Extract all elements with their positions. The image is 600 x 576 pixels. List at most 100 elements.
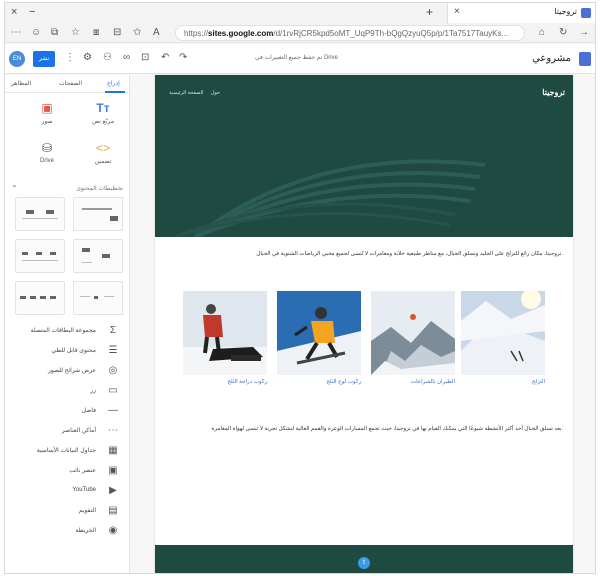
site-navigation: حول الصفحة الرئيسية	[169, 90, 226, 96]
read-aloud-icon[interactable]: A	[153, 27, 160, 38]
block-label: محتوى قابل للطي	[51, 348, 96, 354]
hero-banner[interactable]: تروجيتا حول الصفحة الرئيسية	[155, 75, 573, 237]
insert-embed-button[interactable]: <> تضمين	[83, 141, 123, 171]
snowmobile-image[interactable]	[183, 291, 267, 375]
site-canvas[interactable]: تروجيتا حول الصفحة الرئيسية تروجيتا، مكا…	[155, 75, 573, 573]
block-label: جداول البيانات الأساسية	[36, 448, 96, 454]
insert-textbox-button[interactable]: Tт مربّع نص	[83, 101, 123, 131]
nav-about[interactable]: حول	[211, 90, 220, 96]
more-vert-icon[interactable]: ⋮	[65, 52, 75, 63]
block-image-carousel[interactable]: عرض شرائح للصور ◎	[5, 363, 130, 381]
block-collapsible-text[interactable]: محتوى قابل للطي ☰	[5, 343, 130, 361]
tab-themes[interactable]: المظاهر	[11, 80, 31, 87]
embed-code-icon: <>	[95, 141, 110, 155]
profile-icon[interactable]: ☺	[31, 27, 41, 38]
sites-toolbar: EN نشر ⋮ ⚙ ⚇ ∞ ⊡ ↶ ↷ تم حفظ جميع التغيير…	[5, 44, 595, 74]
block-placeholder[interactable]: أماكن العناصر ⋯	[5, 423, 130, 441]
block-label: أماكن العناصر	[61, 428, 96, 434]
snowboarding-image[interactable]	[277, 291, 361, 375]
url-field[interactable]: https://sites.google.com/d/1rvRjCR5kpd5o…	[175, 25, 525, 41]
map-pin-icon: ◉	[108, 525, 118, 536]
tab-insert[interactable]: إدراج	[107, 80, 120, 87]
home-icon[interactable]: ⌂	[539, 27, 545, 38]
paragliding-image[interactable]	[371, 291, 455, 375]
sites-favicon-icon	[581, 8, 591, 18]
nav-home[interactable]: الصفحة الرئيسية	[169, 90, 203, 96]
settings-gear-icon[interactable]: ⚙	[83, 52, 92, 63]
insert-textbox-label: مربّع نص	[91, 119, 115, 125]
skiing-image[interactable]	[461, 291, 545, 375]
minimize-window-icon[interactable]: −	[29, 6, 35, 18]
save-status: تم حفظ جميع التغييرات في Drive	[255, 55, 338, 61]
browser-tab[interactable]: + × تروجيتا	[426, 3, 595, 23]
share-people-icon[interactable]: ⚇	[103, 52, 112, 63]
collapse-chevron-icon: ⌃	[11, 184, 18, 193]
more-menu-icon[interactable]: ⋯	[11, 27, 21, 38]
favorites-star-icon[interactable]: ☆	[71, 27, 80, 38]
grid-icon: ▦	[108, 445, 118, 456]
tab-title: تروجيتا	[554, 7, 577, 16]
site-footer[interactable]: t	[155, 545, 573, 573]
link-icon[interactable]: ∞	[123, 52, 130, 63]
hero-wave-graphic	[174, 159, 486, 237]
site-name[interactable]: تروجيتا	[542, 88, 565, 97]
insert-drive-button[interactable]: ⛁ Drive	[27, 141, 67, 171]
undo-icon[interactable]: ↶	[161, 52, 169, 63]
block-label: زر	[90, 388, 96, 394]
insert-drive-label: Drive	[39, 158, 54, 164]
extensions-icon[interactable]: ⧆	[93, 27, 99, 38]
layout-option[interactable]	[15, 239, 65, 273]
avatar[interactable]: EN	[9, 51, 25, 67]
block-label: الخريطة	[75, 528, 97, 534]
climbing-paragraph[interactable]: بعد تسلق الجبال أحد أكثر الأنشطة شيوعًا …	[195, 425, 563, 434]
block-spreadsheets[interactable]: جداول البيانات الأساسية ▦	[5, 443, 130, 461]
caption-skiing[interactable]: التزلج	[461, 379, 545, 385]
refresh-icon[interactable]: ↻	[559, 27, 567, 38]
forward-arrow-icon[interactable]: →	[579, 27, 589, 38]
right-gutter	[577, 75, 595, 573]
preview-icon[interactable]: ⊡	[141, 52, 149, 63]
site-document-title[interactable]: مشروعي	[532, 53, 571, 64]
layout-option[interactable]	[73, 239, 123, 273]
intro-text[interactable]: تروجيتا، مكان رائع للتزلج على الجليد وتس…	[165, 251, 563, 257]
divider-icon: —	[108, 405, 118, 416]
block-button[interactable]: زر ▭	[5, 383, 130, 401]
url-path: /d/1rvRjCR5kpd5oMT_UqP9Th-bQgQzyuQ5p/p/1…	[273, 29, 509, 38]
browser-window: × − + × تروجيتا ⋯ ☺ ⧉ ☆ ⧆ ⊟ ✩ A https://…	[4, 2, 596, 574]
url-host: sites.google.com	[208, 29, 274, 38]
layout-option[interactable]	[15, 197, 65, 231]
carousel-icon: ◎	[108, 365, 118, 376]
collections-icon[interactable]: ⧉	[51, 27, 58, 38]
layout-option[interactable]	[73, 197, 123, 231]
placeholder-box-icon: ▣	[108, 465, 118, 476]
publish-button[interactable]: نشر	[33, 51, 55, 67]
caption-snowmobile[interactable]: ركوب دراجة الثلج	[183, 379, 267, 385]
dots-icon: ⋯	[108, 425, 118, 436]
block-map[interactable]: الخريطة ◉	[5, 523, 130, 541]
insert-embed-label: تضمين	[94, 159, 112, 165]
insert-images-button[interactable]: ▣ صور	[27, 101, 67, 131]
layout-option[interactable]	[15, 281, 65, 315]
block-calendar[interactable]: التقويم ▤	[5, 503, 130, 521]
block-youtube[interactable]: YouTube ▶	[5, 483, 130, 501]
block-divider[interactable]: فاصل —	[5, 403, 130, 421]
calendar-icon: ▤	[108, 505, 118, 516]
block-collapsible-cards[interactable]: مجموعة البطاقات المتصلة Σ	[5, 323, 130, 341]
block-item-placeholder[interactable]: عنصر نائب ▣	[5, 463, 130, 481]
close-window-icon[interactable]: ×	[11, 6, 17, 18]
new-tab-icon[interactable]: +	[426, 5, 433, 19]
caption-snowboarding[interactable]: ركوب لوح الثلج	[277, 379, 361, 385]
caption-paragliding[interactable]: الطيران بالشراعات	[371, 379, 455, 385]
star-add-icon[interactable]: ✩	[133, 27, 141, 38]
drive-icon: ⛁	[41, 141, 53, 155]
twitter-icon[interactable]: t	[358, 557, 370, 569]
split-screen-icon[interactable]: ⊟	[113, 27, 121, 38]
block-label: عنصر نائب	[69, 468, 96, 474]
layout-option[interactable]	[73, 281, 123, 315]
redo-icon[interactable]: ↷	[179, 52, 187, 63]
block-label: مجموعة البطاقات المتصلة	[30, 328, 96, 334]
tab-close-icon[interactable]: ×	[454, 6, 460, 17]
window-bar: × − + × تروجيتا	[5, 3, 595, 23]
block-label: عرض شرائح للصور	[47, 368, 96, 374]
tab-pages[interactable]: الصفحات	[59, 80, 82, 87]
